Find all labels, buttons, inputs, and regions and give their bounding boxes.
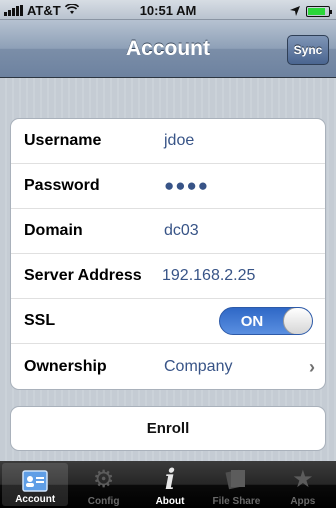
ownership-label: Ownership: [24, 357, 107, 375]
ssl-toggle-knob[interactable]: [283, 308, 312, 334]
tab-apps-label: Apps: [290, 496, 316, 507]
battery-icon: [306, 6, 332, 17]
tab-about[interactable]: i About: [137, 461, 203, 508]
domain-label: Domain: [24, 222, 83, 239]
account-settings-group: Username jdoe Password ●●●● Domain dc03 …: [10, 118, 326, 390]
location-icon: [290, 4, 300, 19]
username-row[interactable]: Username jdoe: [11, 119, 325, 164]
username-field[interactable]: jdoe: [164, 132, 194, 150]
tab-account-label: Account: [15, 494, 56, 505]
chevron-right-icon: ›: [309, 357, 315, 377]
status-time: 10:51 AM: [139, 3, 197, 18]
tab-bar: Account ⚙ Config i About File Share ★ Ap…: [0, 461, 336, 508]
gear-icon: ⚙: [92, 465, 115, 493]
enroll-button[interactable]: Enroll: [10, 406, 326, 451]
tab-config-label: Config: [87, 496, 120, 507]
tab-file-share[interactable]: File Share: [203, 461, 269, 508]
ssl-row: SSL ON: [11, 299, 325, 344]
server-address-label: Server Address: [24, 267, 142, 284]
password-field[interactable]: ●●●●: [164, 176, 209, 196]
tab-config[interactable]: ⚙ Config: [70, 461, 136, 508]
status-bar: AT&T 10:51 AM: [0, 0, 336, 20]
tab-file-share-label: File Share: [212, 496, 261, 507]
nav-bar: Account Sync: [0, 20, 336, 78]
password-row[interactable]: Password ●●●●: [11, 164, 325, 209]
tab-apps[interactable]: ★ Apps: [270, 461, 336, 508]
info-icon: i: [164, 462, 176, 496]
tab-about-label: About: [155, 496, 185, 507]
ssl-toggle-label: ON: [240, 313, 264, 330]
tab-account[interactable]: Account: [2, 463, 69, 506]
sync-button[interactable]: Sync: [287, 35, 329, 65]
server-address-row[interactable]: Server Address 192.168.2.25: [11, 254, 325, 299]
username-label: Username: [24, 132, 102, 149]
ssl-toggle[interactable]: ON: [219, 307, 313, 335]
ssl-label: SSL: [24, 312, 56, 329]
content-area: Username jdoe Password ●●●● Domain dc03 …: [0, 78, 336, 461]
ownership-row[interactable]: Ownership Company ›: [11, 344, 325, 389]
domain-field[interactable]: dc03: [164, 222, 199, 240]
domain-row[interactable]: Domain dc03: [11, 209, 325, 254]
password-label: Password: [24, 177, 100, 194]
account-icon: [20, 467, 50, 495]
ownership-value: Company: [164, 357, 233, 375]
status-right: [290, 4, 332, 19]
page-title: Account: [126, 37, 210, 60]
server-address-field[interactable]: 192.168.2.25: [162, 267, 255, 285]
file-share-icon: [221, 465, 251, 493]
star-icon: ★: [292, 465, 314, 493]
